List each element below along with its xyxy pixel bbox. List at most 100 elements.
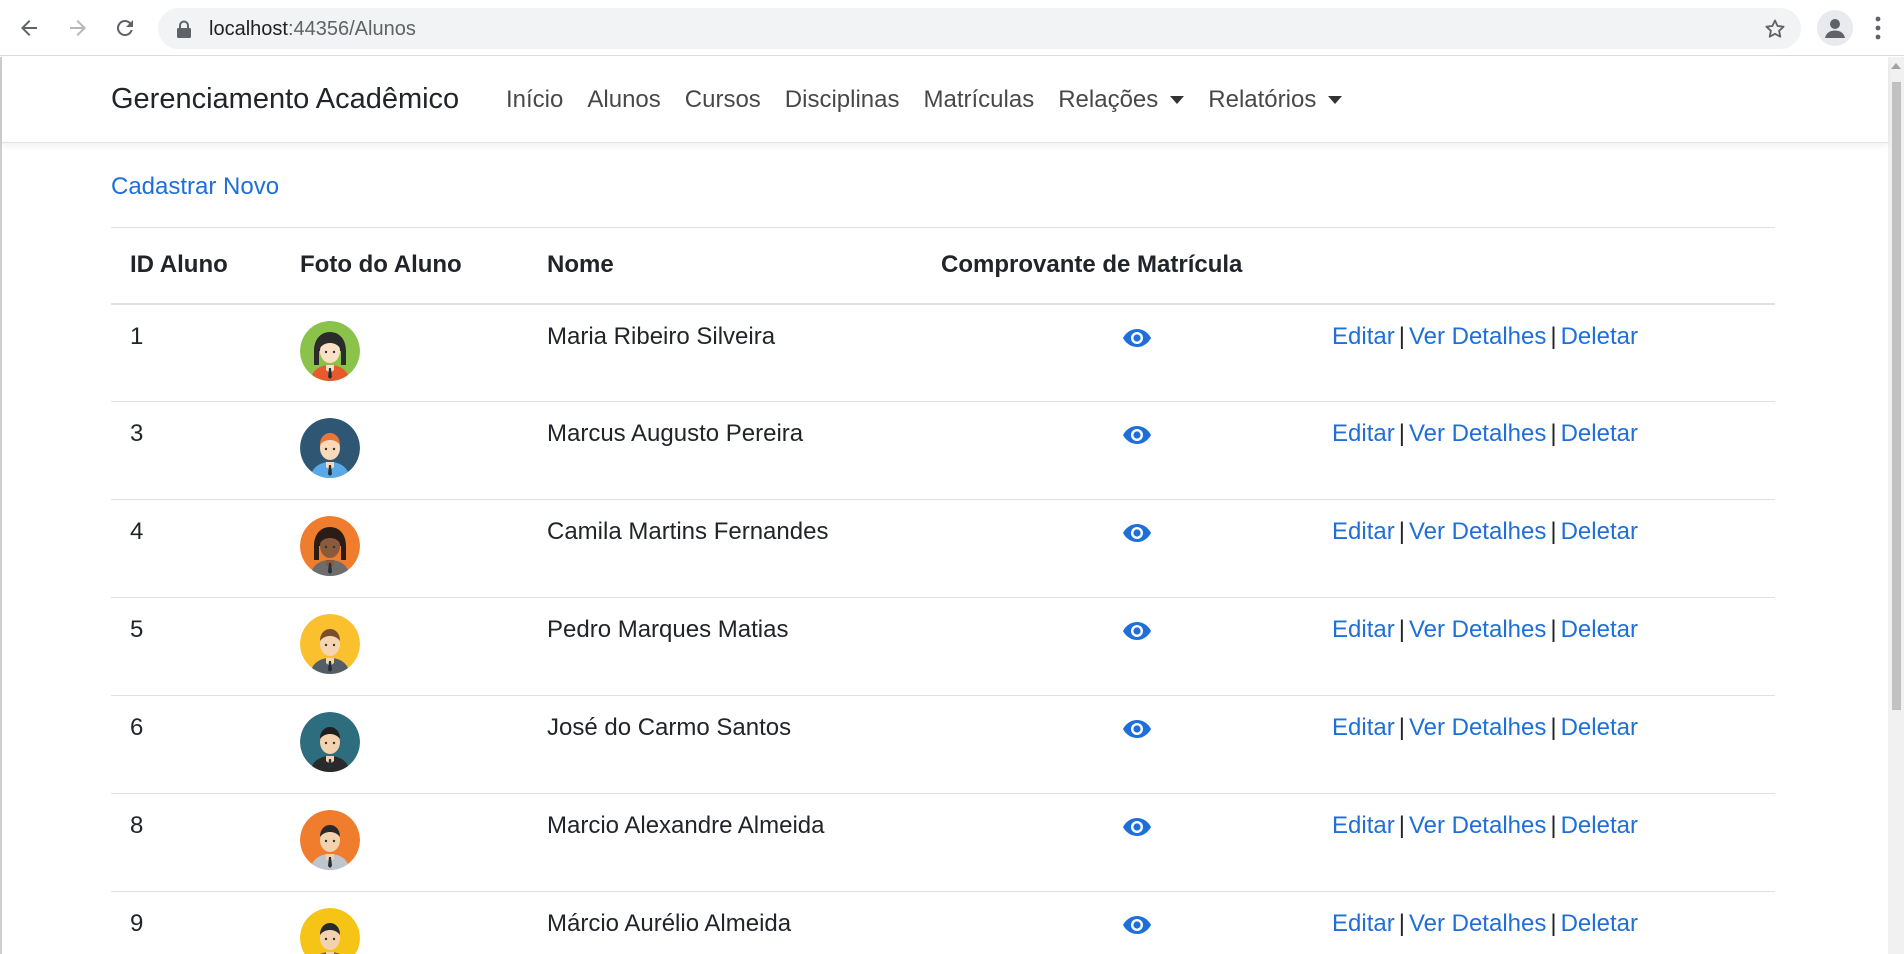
person-avatar-icon — [300, 614, 360, 674]
reload-icon — [116, 19, 133, 36]
table-row: 8 Marcio Alexandre Almeida Editar | Ver Deta… — [111, 794, 1775, 892]
cell-receipt — [922, 794, 1332, 892]
student-avatar — [300, 712, 360, 772]
delete-link[interactable]: Deletar — [1561, 420, 1638, 447]
nav-link-alunos[interactable]: Alunos — [587, 86, 660, 114]
edit-link[interactable]: Editar — [1332, 616, 1395, 643]
back-button[interactable] — [13, 12, 45, 44]
delete-link[interactable]: Deletar — [1561, 323, 1638, 350]
nav-dropdown-relatorios[interactable]: Relatórios — [1208, 86, 1343, 114]
student-avatar — [300, 320, 360, 381]
eye-icon[interactable] — [1122, 817, 1152, 837]
student-avatar — [300, 810, 360, 870]
separator: | — [1398, 616, 1405, 643]
details-link[interactable]: Ver Detalhes — [1409, 420, 1546, 447]
eye-icon[interactable] — [1122, 523, 1152, 543]
profile-button[interactable] — [1817, 10, 1853, 46]
details-link[interactable]: Ver Detalhes — [1409, 910, 1546, 937]
nav-link-matriculas[interactable]: Matrículas — [924, 86, 1035, 114]
nav-dropdown-relacoes[interactable]: Relações — [1058, 86, 1185, 114]
eye-icon[interactable] — [1122, 719, 1152, 739]
edit-link[interactable]: Editar — [1332, 518, 1395, 545]
forward-button[interactable] — [62, 12, 94, 44]
person-avatar-icon — [300, 418, 360, 478]
cell-receipt — [922, 598, 1332, 696]
app-navbar: Gerenciamento Acadêmico Início Alunos Cu… — [2, 57, 1888, 143]
cell-receipt — [922, 500, 1332, 598]
separator: | — [1550, 322, 1557, 350]
table-row: 4 Camila Martins Fernandes Editar | Ver Deta… — [111, 500, 1775, 598]
delete-link[interactable]: Deletar — [1561, 812, 1638, 839]
eye-icon[interactable] — [1122, 915, 1152, 935]
lock-icon — [177, 20, 191, 38]
table-body: 1 Maria Ribeiro Silveira Editar | Ver Detalh… — [111, 304, 1775, 954]
delete-link[interactable]: Deletar — [1561, 616, 1638, 643]
url-text: localhost:44356/Alunos — [209, 18, 416, 40]
reload-button[interactable] — [109, 12, 141, 44]
person-avatar-icon — [300, 320, 360, 381]
delete-link[interactable]: Deletar — [1561, 518, 1638, 545]
nav-dropdown-label: Relatórios — [1208, 86, 1317, 113]
cell-id: 6 — [130, 714, 144, 741]
cell-id: 8 — [130, 812, 144, 839]
separator: | — [1398, 518, 1405, 545]
edit-link[interactable]: Editar — [1332, 812, 1395, 839]
cell-actions: Editar | Ver Detalhes | Deletar — [1332, 500, 1775, 598]
table-header: ID Aluno Foto do Aluno Nome Comprovante … — [111, 227, 1775, 304]
edit-link[interactable]: Editar — [1332, 323, 1395, 350]
separator: | — [1550, 714, 1557, 741]
cell-photo — [281, 500, 528, 598]
caret-down-icon — [1170, 96, 1185, 104]
cell-name: Marcio Alexandre Almeida — [547, 812, 825, 839]
header-photo: Foto do Aluno — [300, 251, 462, 279]
cell-actions: Editar | Ver Detalhes | Deletar — [1332, 696, 1775, 794]
nav-link-disciplinas[interactable]: Disciplinas — [785, 86, 900, 114]
details-link[interactable]: Ver Detalhes — [1409, 812, 1546, 839]
separator: | — [1550, 616, 1557, 643]
cell-id: 3 — [130, 420, 144, 447]
scroll-up-arrow[interactable] — [1891, 63, 1901, 69]
cell-receipt — [922, 304, 1332, 402]
eye-icon[interactable] — [1122, 621, 1152, 641]
header-row: ID Aluno Foto do Aluno Nome Comprovante … — [111, 227, 1775, 304]
details-link[interactable]: Ver Detalhes — [1409, 616, 1546, 643]
cell-receipt — [922, 892, 1332, 954]
more-menu-icon[interactable] — [1870, 15, 1886, 41]
edit-link[interactable]: Editar — [1332, 910, 1395, 937]
table-row: 6 José do Carmo Santos Editar | Ver Detalhes… — [111, 696, 1775, 794]
delete-link[interactable]: Deletar — [1561, 714, 1638, 741]
details-link[interactable]: Ver Detalhes — [1409, 714, 1546, 741]
caret-down-icon — [1328, 96, 1343, 104]
nav-link-inicio[interactable]: Início — [506, 86, 563, 114]
cell-name: Camila Martins Fernandes — [547, 518, 829, 545]
header-id: ID Aluno — [130, 251, 228, 279]
edit-link[interactable]: Editar — [1332, 420, 1395, 447]
arrow-left-icon — [21, 20, 37, 36]
cell-actions: Editar | Ver Detalhes | Deletar — [1332, 598, 1775, 696]
create-new-link[interactable]: Cadastrar Novo — [111, 173, 279, 201]
delete-link[interactable]: Deletar — [1561, 910, 1638, 937]
separator: | — [1398, 910, 1405, 937]
bookmark-star-icon[interactable] — [1763, 17, 1787, 41]
details-link[interactable]: Ver Detalhes — [1409, 518, 1546, 545]
table-row: 1 Maria Ribeiro Silveira Editar | Ver Detalh… — [111, 304, 1775, 402]
nav-link-cursos[interactable]: Cursos — [685, 86, 761, 114]
separator: | — [1398, 812, 1405, 839]
separator: | — [1398, 322, 1405, 350]
brand-title[interactable]: Gerenciamento Acadêmico — [111, 83, 459, 116]
person-avatar-icon — [300, 516, 360, 576]
header-actions — [1332, 228, 1775, 304]
address-bar[interactable]: localhost:44356/Alunos — [158, 8, 1801, 49]
details-link[interactable]: Ver Detalhes — [1409, 323, 1546, 350]
cell-actions: Editar | Ver Detalhes | Deletar — [1332, 402, 1775, 500]
edit-link[interactable]: Editar — [1332, 714, 1395, 741]
cell-id: 4 — [130, 518, 144, 545]
cell-actions: Editar | Ver Detalhes | Deletar — [1332, 892, 1775, 954]
student-avatar — [300, 614, 360, 674]
separator: | — [1398, 420, 1405, 447]
cell-photo — [281, 794, 528, 892]
eye-icon[interactable] — [1122, 425, 1152, 445]
cell-name: Pedro Marques Matias — [547, 616, 789, 643]
eye-icon[interactable] — [1122, 328, 1152, 348]
scrollbar-thumb[interactable] — [1892, 82, 1901, 710]
